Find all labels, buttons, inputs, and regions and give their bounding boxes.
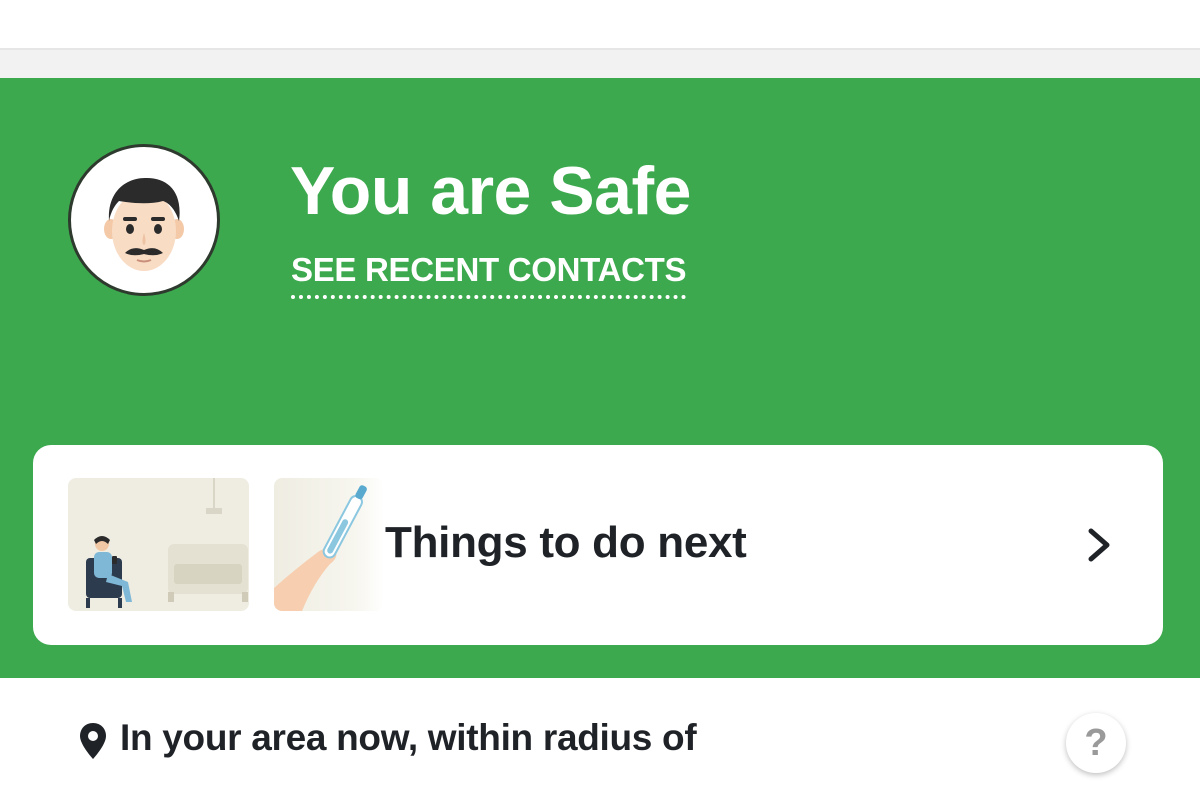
chevron-right-icon (1088, 528, 1110, 562)
man-with-mustache-icon (104, 177, 184, 271)
area-section: In your area now, within radius of ? (0, 678, 1200, 800)
help-button[interactable]: ? (1066, 713, 1126, 773)
top-app-bar (0, 0, 1200, 48)
thermometer-thumbnail (274, 478, 384, 611)
thermometer-in-hand-illustration (274, 478, 384, 611)
person-resting-at-home-illustration (68, 478, 249, 611)
area-label: In your area now, within radius of (120, 717, 697, 758)
avatar[interactable] (68, 144, 220, 296)
location-pin-icon (80, 723, 106, 759)
things-to-do-next-card[interactable]: Things to do next (33, 445, 1163, 645)
status-hero: You are Safe SEE RECENT CONTACTS Things … (0, 78, 1200, 678)
home-rest-thumbnail (68, 478, 249, 611)
status-title: You are Safe (290, 153, 691, 229)
see-recent-contacts-link[interactable]: SEE RECENT CONTACTS (291, 251, 687, 299)
header-divider (0, 48, 1200, 78)
things-to-do-next-label: Things to do next (385, 518, 747, 567)
